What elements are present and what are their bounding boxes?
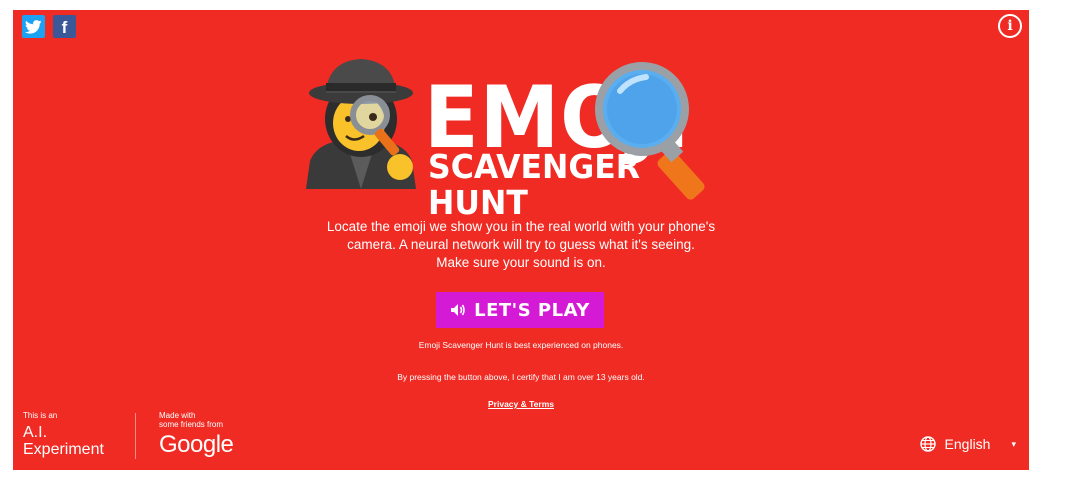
ai-experiment-line1: A.I. bbox=[23, 424, 48, 441]
privacy-terms-link[interactable]: Privacy & Terms bbox=[471, 398, 571, 410]
detective-emoji-icon bbox=[306, 59, 416, 189]
logo-subtitle: SCAVENGER HUNT bbox=[428, 147, 641, 222]
game-description: Locate the emoji we show you in the real… bbox=[271, 218, 771, 272]
made-with-line1: Made with bbox=[159, 411, 196, 420]
made-with-line2: some friends from bbox=[159, 420, 224, 429]
footer-divider bbox=[135, 413, 136, 459]
chevron-down-icon: ▾ bbox=[1011, 438, 1016, 449]
twitter-icon bbox=[25, 19, 42, 34]
description-line: Make sure your sound is on. bbox=[436, 255, 606, 270]
info-button[interactable]: i bbox=[998, 14, 1022, 38]
facebook-share-button[interactable]: f bbox=[53, 15, 76, 38]
lets-play-label: LET'S PLAY bbox=[474, 299, 590, 321]
description-line: camera. A neural network will try to gue… bbox=[347, 237, 695, 252]
language-label: English bbox=[944, 436, 991, 452]
google-logo: Google bbox=[159, 431, 234, 458]
facebook-icon: f bbox=[61, 18, 68, 37]
google-credit[interactable]: Made with some friends from Google bbox=[159, 411, 234, 458]
info-icon: i bbox=[1007, 18, 1013, 34]
phones-note: Emoji Scavenger Hunt is best experienced… bbox=[418, 340, 624, 350]
speaker-icon bbox=[451, 304, 465, 316]
landing-stage: f i EMOJI SCAVENGER HUNT Locate the emoj… bbox=[13, 10, 1029, 470]
ai-experiment-badge[interactable]: This is an A.I. Experiment bbox=[23, 411, 104, 461]
twitter-share-button[interactable] bbox=[22, 15, 45, 38]
ai-experiment-small-label: This is an bbox=[23, 411, 58, 420]
language-selector[interactable]: English ▾ bbox=[919, 436, 1016, 452]
age-certification-note: By pressing the button above, I certify … bbox=[397, 372, 645, 382]
globe-icon bbox=[919, 436, 936, 452]
description-line: Locate the emoji we show you in the real… bbox=[326, 219, 716, 234]
hero-logo: EMOJI SCAVENGER HUNT bbox=[296, 57, 756, 221]
ai-experiment-line2: Experiment bbox=[23, 441, 104, 458]
social-share-bar: f bbox=[22, 15, 76, 38]
lets-play-button[interactable]: LET'S PLAY bbox=[436, 292, 604, 328]
